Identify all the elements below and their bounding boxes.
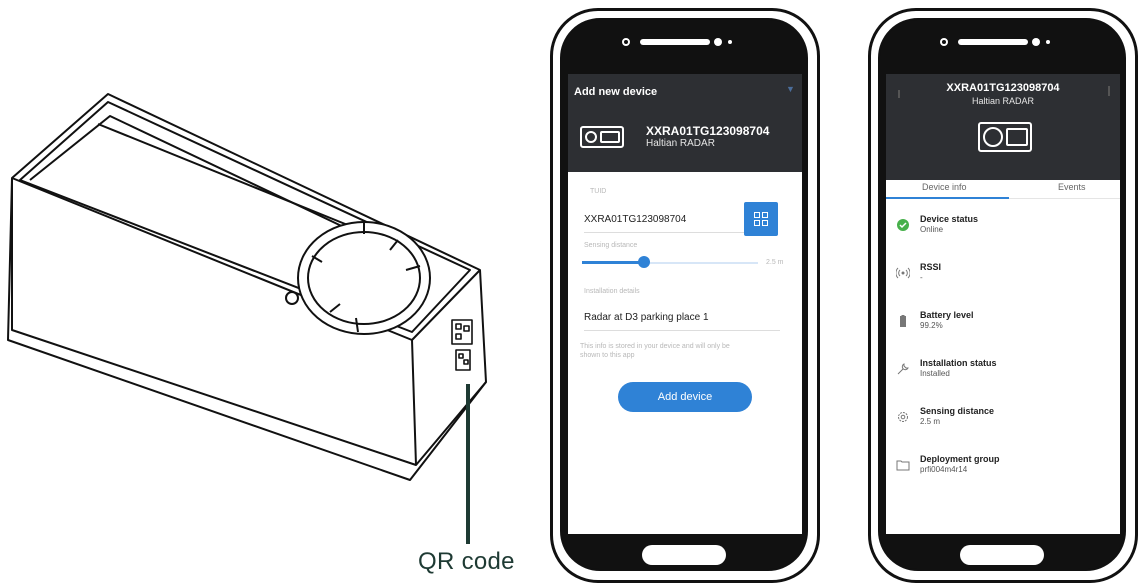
slider-fill bbox=[582, 261, 644, 264]
slider-thumb[interactable] bbox=[637, 256, 650, 268]
radar-device-icon bbox=[580, 126, 624, 148]
tab-device-info[interactable]: Device info bbox=[922, 182, 967, 192]
row-value: Installed bbox=[920, 369, 950, 378]
row-title: Battery level bbox=[920, 310, 974, 320]
row-value: prfi004m4r14 bbox=[920, 465, 968, 474]
tuid-label: TUID bbox=[590, 188, 607, 195]
qr-code-label: QR code bbox=[418, 548, 515, 575]
check-circle-icon bbox=[897, 219, 909, 231]
device-info-screen: XXRA01TG123098704 Haltian RADAR Device i… bbox=[886, 74, 1120, 534]
row-title: Installation status bbox=[920, 358, 997, 368]
add-device-screen: Add new device ▼ XXRA01TG123098704 Halti… bbox=[568, 74, 802, 534]
tab-events[interactable]: Events bbox=[1058, 182, 1086, 192]
row-title: Sensing distance bbox=[920, 406, 995, 416]
row-title: Deployment group bbox=[920, 454, 1000, 464]
scan-qr-button[interactable] bbox=[744, 202, 778, 236]
row-installation: Installation status Installed bbox=[886, 348, 1120, 396]
installation-label: Installation details bbox=[584, 288, 640, 295]
signal-icon bbox=[896, 267, 910, 279]
tuid-input[interactable]: XXRA01TG123098704 bbox=[584, 214, 686, 225]
device-type: Haltian RADAR bbox=[646, 138, 715, 149]
row-value: Online bbox=[920, 225, 944, 234]
page-title: Add new device bbox=[574, 86, 658, 98]
phone-device-info: XXRA01TG123098704 Haltian RADAR Device i… bbox=[868, 8, 1138, 583]
tab-indicator bbox=[886, 197, 1009, 199]
row-title: RSSI bbox=[920, 262, 942, 272]
row-sensing-distance: Sensing distance 2.5 m bbox=[886, 396, 1120, 444]
chevron-down-icon[interactable]: ▼ bbox=[786, 84, 796, 94]
row-deployment-group: Deployment group prfi004m4r14 bbox=[886, 444, 1120, 492]
wrench-icon bbox=[897, 363, 909, 375]
add-device-button[interactable]: Add device bbox=[618, 382, 752, 412]
installation-input[interactable]: Radar at D3 parking place 1 bbox=[584, 312, 709, 323]
row-value: - bbox=[920, 273, 923, 282]
phone-speaker bbox=[940, 38, 1060, 47]
helper-text: This info is stored in your device and w… bbox=[580, 343, 730, 359]
device-name: XXRA01TG123098704 bbox=[646, 124, 770, 138]
row-rssi: RSSI - bbox=[886, 252, 1120, 300]
row-title: Device status bbox=[920, 214, 979, 224]
radar-device-illustration bbox=[7, 93, 487, 481]
qr-callout-line bbox=[466, 384, 470, 544]
sensing-distance-value: 2.5 m bbox=[766, 259, 784, 266]
row-battery: Battery level 99.2% bbox=[886, 300, 1120, 348]
battery-icon bbox=[900, 315, 906, 327]
device-name: XXRA01TG123098704 bbox=[946, 82, 1060, 94]
row-device-status: Device status Online bbox=[886, 204, 1120, 252]
folder-icon bbox=[896, 460, 910, 471]
phone-home-button[interactable] bbox=[642, 545, 726, 565]
row-value: 2.5 m bbox=[920, 417, 941, 426]
row-value: 99.2% bbox=[920, 321, 943, 330]
phone-home-button[interactable] bbox=[960, 545, 1044, 565]
gear-icon bbox=[898, 412, 908, 422]
sensing-distance-label: Sensing distance bbox=[584, 242, 638, 249]
radar-device-icon bbox=[978, 122, 1032, 152]
add-device-header: Add new device ▼ XXRA01TG123098704 Halti… bbox=[568, 74, 802, 172]
phone-add-device: Add new device ▼ XXRA01TG123098704 Halti… bbox=[550, 8, 820, 583]
device-info-header: XXRA01TG123098704 Haltian RADAR bbox=[886, 74, 1120, 180]
device-type: Haltian RADAR bbox=[971, 96, 1035, 106]
phone-speaker bbox=[622, 38, 742, 47]
